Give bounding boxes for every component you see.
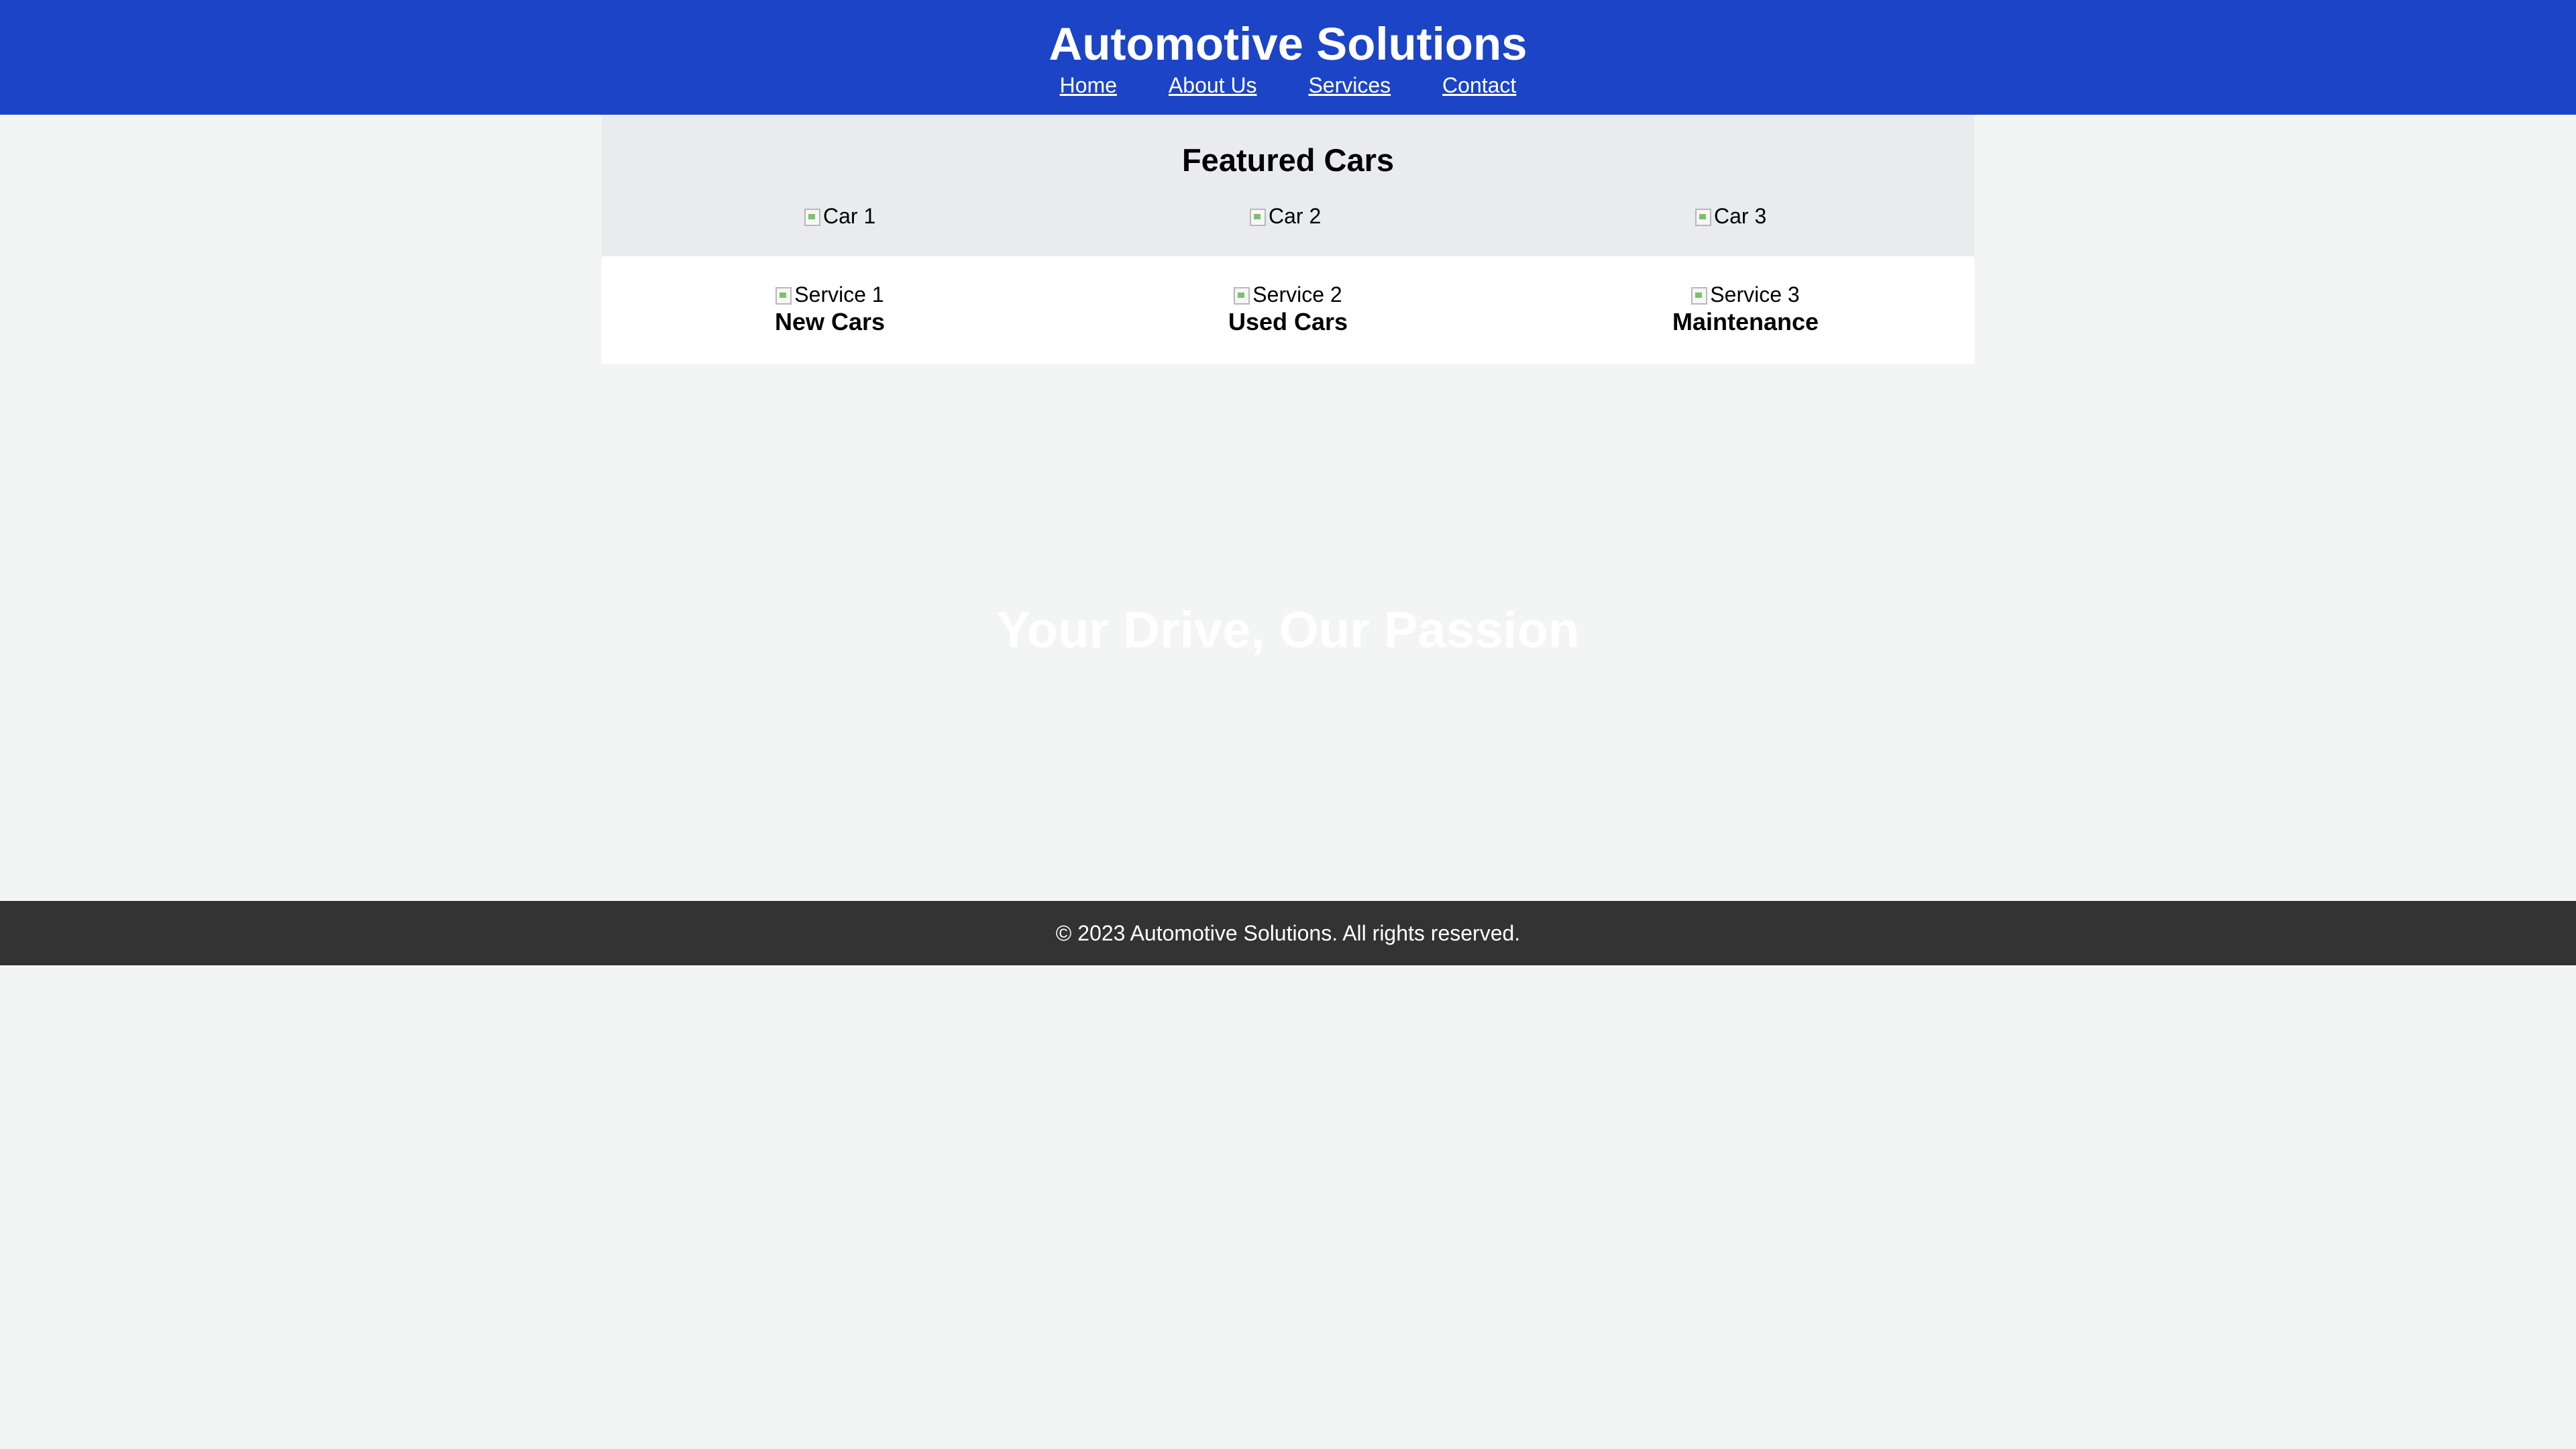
site-title: Automotive Solutions bbox=[1049, 18, 1527, 70]
car-image-1: Car 1 bbox=[804, 203, 875, 229]
services-section: Service 1 New Cars Service 2 Used Cars S… bbox=[602, 256, 1974, 364]
car-image-alt: Car 2 bbox=[1269, 204, 1322, 228]
nav-link-contact[interactable]: Contact bbox=[1442, 73, 1516, 97]
nav-link-about-us[interactable]: About Us bbox=[1169, 73, 1257, 97]
service-label: Used Cars bbox=[1228, 308, 1348, 335]
car-image-3: Car 3 bbox=[1695, 203, 1766, 229]
service-card-used-cars: Service 2 Used Cars bbox=[1087, 281, 1489, 336]
broken-image-icon bbox=[775, 287, 792, 305]
service-image-alt: Service 3 bbox=[1710, 282, 1800, 307]
nav-link-home[interactable]: Home bbox=[1060, 73, 1117, 97]
service-card-maintenance: Service 3 Maintenance bbox=[1544, 281, 1947, 336]
service-card-new-cars: Service 1 New Cars bbox=[629, 281, 1031, 336]
car-image-2: Car 2 bbox=[1250, 203, 1321, 229]
nav-link-services[interactable]: Services bbox=[1308, 73, 1391, 97]
service-image-3: Service 3 bbox=[1544, 281, 1947, 308]
service-image-alt: Service 1 bbox=[794, 282, 884, 307]
broken-image-icon bbox=[1691, 287, 1708, 305]
main-nav: Home About Us Services Contact bbox=[0, 71, 2576, 99]
hero-section: Your Drive, Our Passion bbox=[0, 364, 2576, 901]
service-label: New Cars bbox=[774, 308, 885, 335]
featured-cars-title: Featured Cars bbox=[1181, 142, 1395, 178]
broken-image-icon bbox=[1695, 209, 1711, 226]
car-gallery: Car 1 Car 2 Car 3 bbox=[602, 203, 1974, 229]
broken-image-icon bbox=[1234, 287, 1250, 305]
site-footer: © 2023 Automotive Solutions. All rights … bbox=[0, 901, 2576, 965]
featured-cars-section: Featured Cars Car 1 Car 2 Car 3 bbox=[602, 115, 1974, 256]
broken-image-icon bbox=[804, 209, 820, 226]
service-label: Maintenance bbox=[1672, 308, 1819, 335]
car-image-alt: Car 3 bbox=[1714, 204, 1767, 228]
site-header: Automotive Solutions Home About Us Servi… bbox=[0, 0, 2576, 115]
broken-image-icon bbox=[1250, 209, 1266, 226]
footer-copyright: © 2023 Automotive Solutions. All rights … bbox=[1055, 921, 1521, 945]
car-image-alt: Car 1 bbox=[823, 204, 876, 228]
service-image-alt: Service 2 bbox=[1252, 282, 1342, 307]
service-image-1: Service 1 bbox=[629, 281, 1031, 308]
hero-title: Your Drive, Our Passion bbox=[996, 602, 1580, 659]
service-image-2: Service 2 bbox=[1087, 281, 1489, 308]
